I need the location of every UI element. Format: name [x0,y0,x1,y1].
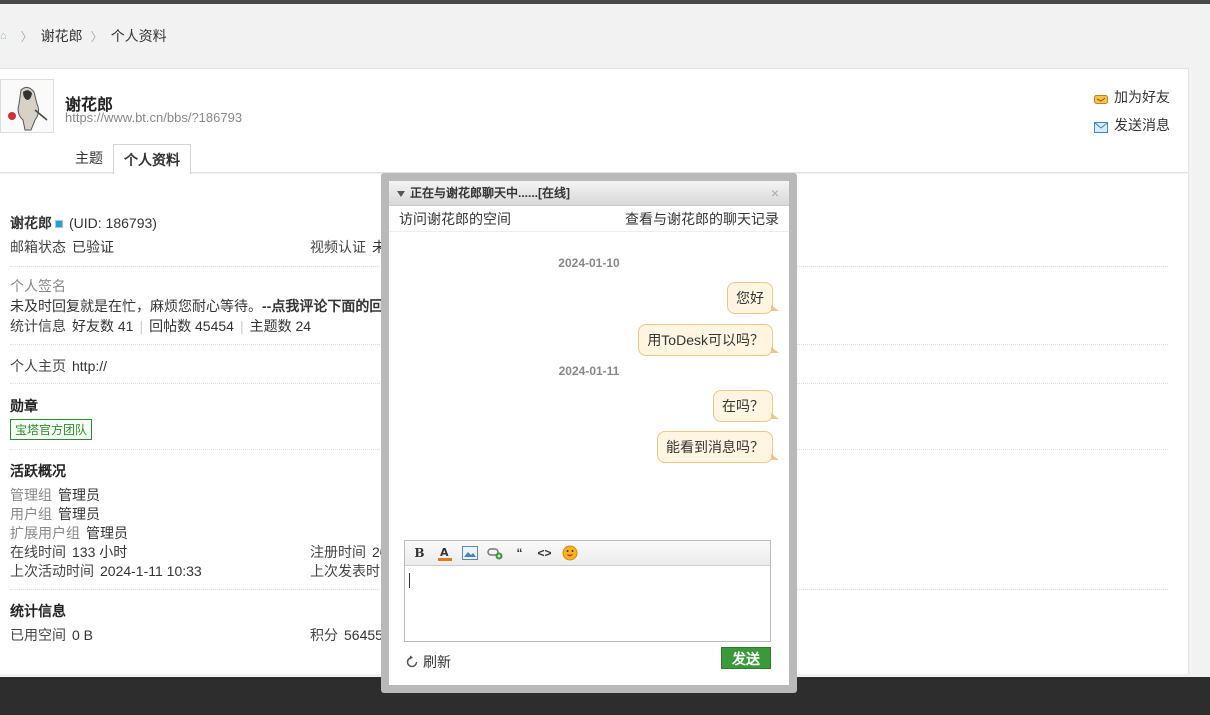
medal-badge[interactable]: 宝塔官方团队 [10,419,93,440]
send-button[interactable]: 发送 [721,647,771,669]
link-icon[interactable] [484,544,505,562]
email-status-row: 邮箱状态 已验证 [10,237,114,257]
message-date: 2024-01-11 [558,364,620,378]
stats-label: 统计信息 [10,318,66,334]
tab-threads[interactable]: 主题 [65,143,113,174]
chat-title: 正在与谢花郎聊天中......[在线] [410,186,570,200]
top-bar [0,0,1210,4]
online-status-icon [55,220,63,229]
message-editor[interactable]: B A “ <> [404,540,771,642]
signature-label: 个人签名 [10,278,66,294]
profile-name: 谢花郎 [10,215,52,231]
online-time-row: 在线时间 133 小时 [10,544,128,560]
used-space-row: 已用空间 0 B [10,627,94,643]
chat-dialog: 正在与谢花郎聊天中......[在线] × 访问谢花郎的空间 查看与谢花郎的聊天… [381,173,797,693]
handshake-icon [1094,92,1108,104]
homepage-label: 个人主页 [10,358,66,374]
video-auth-label: 视频认证 [310,239,366,255]
refresh-icon [405,655,419,669]
send-message-button[interactable]: 发送消息 [1094,111,1170,139]
refresh-label: 刷新 [423,654,451,670]
message-list: 2024-01-10 您好 用ToDesk可以吗？ 2024-01-11 在吗？… [389,233,789,533]
add-friend-button[interactable]: 加为好友 [1094,83,1170,111]
code-icon[interactable]: <> [534,544,555,562]
admin-group-row: 管理组 管理员 [10,487,100,503]
breadcrumb-user[interactable]: 谢花郎 [41,26,83,46]
replies-count[interactable]: 回帖数 45454 [149,318,234,334]
medals-title: 勋章 [10,398,38,414]
text-cursor [409,573,410,588]
chat-links: 访问谢花郎的空间 查看与谢花郎的聊天记录 [389,206,789,232]
message-bubble: 能看到消息吗？ [657,431,779,463]
breadcrumb-separator: 〉 [20,29,33,44]
avatar[interactable] [0,79,54,133]
profile-name-row: 谢花郎 (UID: 186793) [10,213,157,233]
threads-count[interactable]: 主题数 24 [250,318,311,334]
activity-title: 活跃概况 [10,463,66,479]
message-bubble: 在吗？ [713,390,779,422]
email-status-label: 邮箱状态 [10,239,66,255]
breadcrumb-page: 个人资料 [110,28,167,44]
reg-time-row: 注册时间 20 [310,544,388,560]
message-bubble: 您好 [727,282,779,314]
svg-text:A: A [440,546,449,559]
homepage-row: 个人主页 http:// [10,356,107,376]
message-date: 2024-01-10 [558,256,620,270]
editor-toolbar: B A “ <> [405,541,770,566]
close-icon[interactable]: × [771,181,779,206]
chat-title-bar[interactable]: 正在与谢花郎聊天中......[在线] × [389,181,789,206]
homepage-value[interactable]: http:// [72,358,107,374]
visit-space-link[interactable]: 访问谢花郎的空间 [399,209,511,229]
tab-profile[interactable]: 个人资料 [113,144,191,175]
user-group-row: 用户组 管理员 [10,506,100,522]
signature-text: 未及时回复就是在忙，麻烦您耐心等待。--点我评论下面的回复 [10,298,398,314]
breadcrumb: ⌂ 〉 谢花郎 〉 个人资料 [0,26,167,46]
send-message-label: 发送消息 [1114,117,1170,133]
refresh-button[interactable]: 刷新 [405,652,451,672]
friends-count[interactable]: 好友数 41 [72,318,133,334]
ext-group-row: 扩展用户组 管理员 [10,525,128,541]
message-bubble: 用ToDesk可以吗？ [638,324,779,356]
quote-icon[interactable]: “ [509,544,530,562]
image-icon[interactable] [459,544,480,562]
last-active-row: 上次活动时间 2024-1-11 10:33 [10,563,202,579]
bold-icon[interactable]: B [409,544,430,562]
chat-history-link[interactable]: 查看与谢花郎的聊天记录 [625,209,779,229]
breadcrumb-separator: 〉 [90,29,103,44]
statistics-title: 统计信息 [10,603,66,619]
profile-link[interactable]: https://www.bt.cn/bbs/?186793 [65,110,242,125]
chat-window: 正在与谢花郎聊天中......[在线] × 访问谢花郎的空间 查看与谢花郎的聊天… [389,181,789,685]
mail-icon [1094,120,1108,133]
collapse-triangle-icon[interactable] [397,190,405,197]
emoji-icon[interactable] [559,544,580,562]
stats-row: 统计信息 好友数 41 | 回帖数 45454 | 主题数 24 [10,318,312,334]
profile-header: 谢花郎 https://www.bt.cn/bbs/?186793 加为好友 发… [0,68,1189,175]
signature-link[interactable]: --点我评论下面的回复 [262,298,397,314]
add-friend-label: 加为好友 [1114,89,1170,105]
profile-uid: (UID: 186793) [69,215,157,231]
points-row: 积分 56455 [310,627,383,643]
profile-tabs: 主题 个人资料 [65,143,191,175]
profile-actions: 加为好友 发送消息 [1094,83,1170,139]
medal-row: 宝塔官方团队 [10,419,93,440]
font-color-icon[interactable]: A [434,544,455,562]
video-auth-row: 视频认证未 [310,237,386,257]
email-status-value: 已验证 [72,239,114,255]
home-icon[interactable]: ⌂ [0,30,7,42]
